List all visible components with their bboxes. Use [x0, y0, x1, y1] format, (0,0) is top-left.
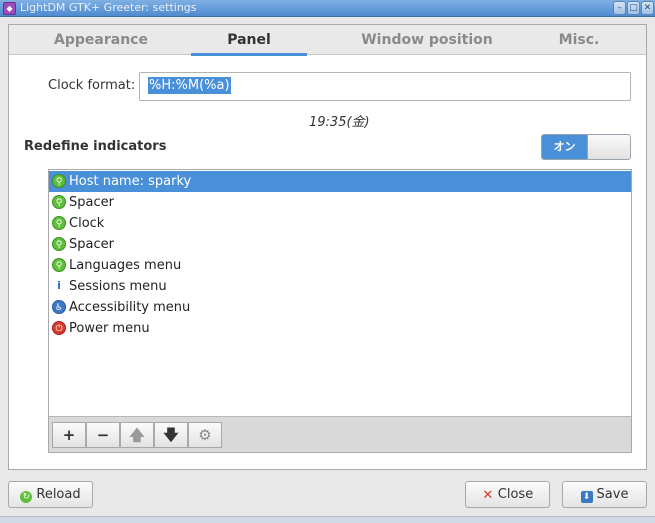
- save-button[interactable]: ⬇ Save: [562, 481, 647, 508]
- close-x-icon: ✕: [482, 488, 494, 503]
- close-button[interactable]: ✕ Close: [465, 481, 550, 508]
- reload-label: Reload: [36, 487, 81, 502]
- tab-panel[interactable]: Panel: [191, 25, 307, 56]
- settings-notebook: Appearance Panel Window position Misc. C…: [8, 24, 647, 470]
- close-icon[interactable]: ✕: [641, 1, 654, 15]
- add-button[interactable]: +: [52, 422, 86, 448]
- app-icon: ◆: [3, 2, 16, 15]
- indicators-list[interactable]: ⚲ Host name: sparky ⚲ Spacer ⚲ Clock ⚲ S…: [49, 170, 631, 416]
- key-icon: ⚲: [52, 174, 66, 188]
- move-down-button[interactable]: 🡇: [154, 422, 188, 448]
- remove-button[interactable]: −: [86, 422, 120, 448]
- tab-misc[interactable]: Misc.: [529, 25, 629, 55]
- clock-format-label: Clock format:: [48, 78, 136, 93]
- list-item[interactable]: ⚲ Host name: sparky: [49, 171, 631, 192]
- power-icon: ⏻: [52, 321, 66, 335]
- close-label: Close: [497, 487, 534, 502]
- list-item-label: Spacer: [69, 237, 114, 252]
- list-item-label: Languages menu: [69, 258, 182, 273]
- clock-format-value: %H:%M(%a): [148, 77, 231, 94]
- list-item-label: Spacer: [69, 195, 114, 210]
- reload-icon: ↻: [20, 491, 33, 503]
- indicators-list-box: ⚲ Host name: sparky ⚲ Spacer ⚲ Clock ⚲ S…: [48, 169, 632, 453]
- list-item-label: Accessibility menu: [69, 300, 191, 315]
- clock-preview: 19:35(金): [309, 115, 370, 130]
- clock-format-input[interactable]: %H:%M(%a): [139, 72, 631, 101]
- switch-knob: [587, 135, 630, 159]
- list-item-label: Sessions menu: [69, 279, 167, 294]
- list-item[interactable]: ⚲ Languages menu: [49, 255, 631, 276]
- window-titlebar[interactable]: ◆ LightDM GTK+ Greeter: settings – □ ✕: [0, 0, 655, 17]
- list-item-label: Host name: sparky: [69, 174, 192, 189]
- list-item[interactable]: ⚲ Spacer: [49, 234, 631, 255]
- list-item-label: Power menu: [69, 321, 150, 336]
- window-title: LightDM GTK+ Greeter: settings: [20, 1, 197, 14]
- tab-appearance[interactable]: Appearance: [17, 25, 185, 55]
- tab-bar: Appearance Panel Window position Misc.: [9, 25, 646, 56]
- list-item[interactable]: ⏻ Power menu: [49, 318, 631, 339]
- list-item[interactable]: ⚲ Spacer: [49, 192, 631, 213]
- list-item[interactable]: ⅰ Sessions menu: [49, 276, 631, 297]
- tab-window-position[interactable]: Window position: [329, 25, 525, 55]
- minimize-icon[interactable]: –: [613, 1, 626, 15]
- list-item[interactable]: ♿ Accessibility menu: [49, 297, 631, 318]
- switch-on-label: オン: [542, 135, 587, 159]
- redefine-indicators-switch[interactable]: オン: [541, 134, 631, 160]
- key-icon: ⚲: [52, 258, 66, 272]
- list-item-label: Clock: [69, 216, 105, 231]
- redefine-indicators-label: Redefine indicators: [24, 139, 167, 154]
- window-bottom-edge: [0, 516, 655, 523]
- list-item[interactable]: ⚲ Clock: [49, 213, 631, 234]
- move-up-button[interactable]: 🡅: [120, 422, 154, 448]
- key-icon: ⚲: [52, 195, 66, 209]
- reload-button[interactable]: ↻ Reload: [8, 481, 93, 508]
- save-icon: ⬇: [580, 491, 593, 503]
- list-toolbar: + − 🡅 🡇 ⚙: [49, 416, 631, 452]
- key-icon: ⚲: [52, 237, 66, 251]
- key-icon: ⚲: [52, 216, 66, 230]
- accessibility-icon: ♿: [52, 300, 66, 314]
- settings-gear-button[interactable]: ⚙: [188, 422, 222, 448]
- info-icon: ⅰ: [57, 279, 61, 292]
- save-label: Save: [596, 487, 629, 502]
- maximize-icon[interactable]: □: [627, 1, 640, 15]
